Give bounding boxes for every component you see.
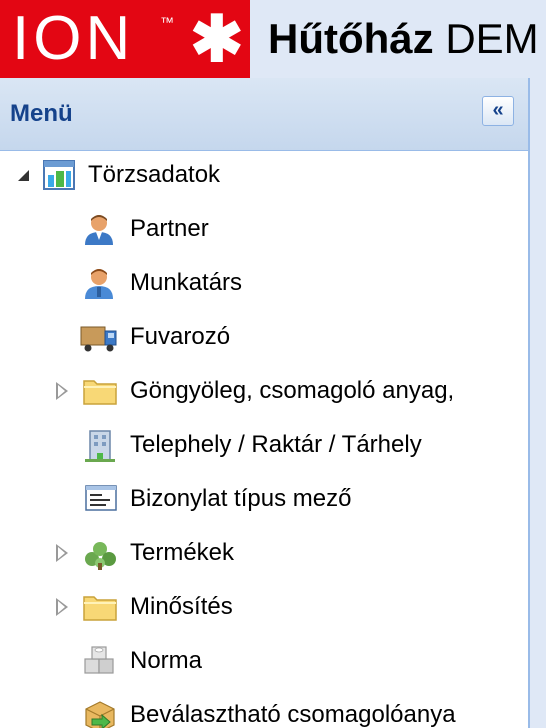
menu-panel-header: Menü « — [0, 78, 528, 151]
tree-node-label: Minősítés — [130, 593, 233, 620]
tree-node-termekek[interactable]: Termékek — [0, 528, 528, 578]
menu-title: Menü — [10, 100, 73, 127]
tree-node-partner[interactable]: Partner — [0, 204, 528, 254]
tree-node-munkatars[interactable]: Munkatárs — [0, 258, 528, 308]
tree-node-label: Bizonylat típus mező — [130, 485, 352, 512]
tree-node-norma[interactable]: Norma — [0, 636, 528, 686]
truck-icon — [80, 321, 117, 353]
tree-node-label: Törzsadatok — [88, 161, 221, 188]
tree-node-bizonylat[interactable]: Bizonylat típus mező — [0, 474, 528, 524]
app-header: ION ™ ✱ Hűtőház DEM — [0, 0, 546, 78]
right-strip — [530, 78, 546, 728]
tree-node-label: Beválasztható csomagolóanya — [130, 701, 456, 728]
collapsed-arrow-icon[interactable] — [56, 598, 68, 616]
employee-person-icon — [82, 267, 118, 299]
tree-node-label: Partner — [130, 215, 209, 242]
ion-logo: ION ™ ✱ — [0, 0, 250, 78]
form-field-icon — [84, 483, 120, 515]
tree-node-torzsadatok[interactable]: Törzsadatok — [0, 150, 528, 200]
tree-node-label: Norma — [130, 647, 203, 674]
logo-text: ION — [12, 4, 135, 73]
tree-node-telephely[interactable]: Telephely / Raktár / Tárhely — [0, 420, 528, 470]
tree-node-label: Göngyöleg, csomagoló anyag, — [130, 377, 455, 404]
tree-node-fuvarozo[interactable]: Fuvarozó — [0, 312, 528, 362]
package-arrow-icon — [82, 699, 118, 728]
tree-node-label: Munkatárs — [130, 269, 243, 296]
collapsed-arrow-icon[interactable] — [56, 382, 68, 400]
collapse-panel-button[interactable]: « — [482, 96, 514, 126]
logo-trademark: ™ — [160, 14, 174, 30]
plant-icon — [82, 537, 118, 570]
menu-tree: Törzsadatok Partner Munkatárs Fuvarozó G… — [0, 150, 528, 728]
logo-star-icon: ✱ — [190, 3, 244, 75]
tree-node-gongyoleg[interactable]: Göngyöleg, csomagoló anyag, — [0, 366, 528, 416]
app-title-bold: Hűtőház — [268, 15, 434, 62]
building-icon — [84, 429, 120, 462]
folder-icon — [82, 591, 118, 623]
folder-icon — [82, 375, 118, 407]
blocks-icon — [82, 645, 118, 677]
tree-node-bevalaszthato[interactable]: Beválasztható csomagolóanya — [0, 690, 528, 728]
grid-data-icon — [42, 159, 78, 191]
expanded-arrow-icon[interactable] — [18, 170, 29, 181]
partner-person-icon — [82, 213, 118, 245]
tree-node-label: Telephely / Raktár / Tárhely — [130, 431, 422, 458]
app-title: Hűtőház DEM — [268, 14, 539, 64]
tree-node-minosites[interactable]: Minősítés — [0, 582, 528, 632]
tree-node-label: Fuvarozó — [130, 323, 231, 350]
tree-node-label: Termékek — [130, 539, 235, 566]
app-title-rest: DEM — [445, 15, 539, 62]
collapsed-arrow-icon[interactable] — [56, 544, 68, 562]
